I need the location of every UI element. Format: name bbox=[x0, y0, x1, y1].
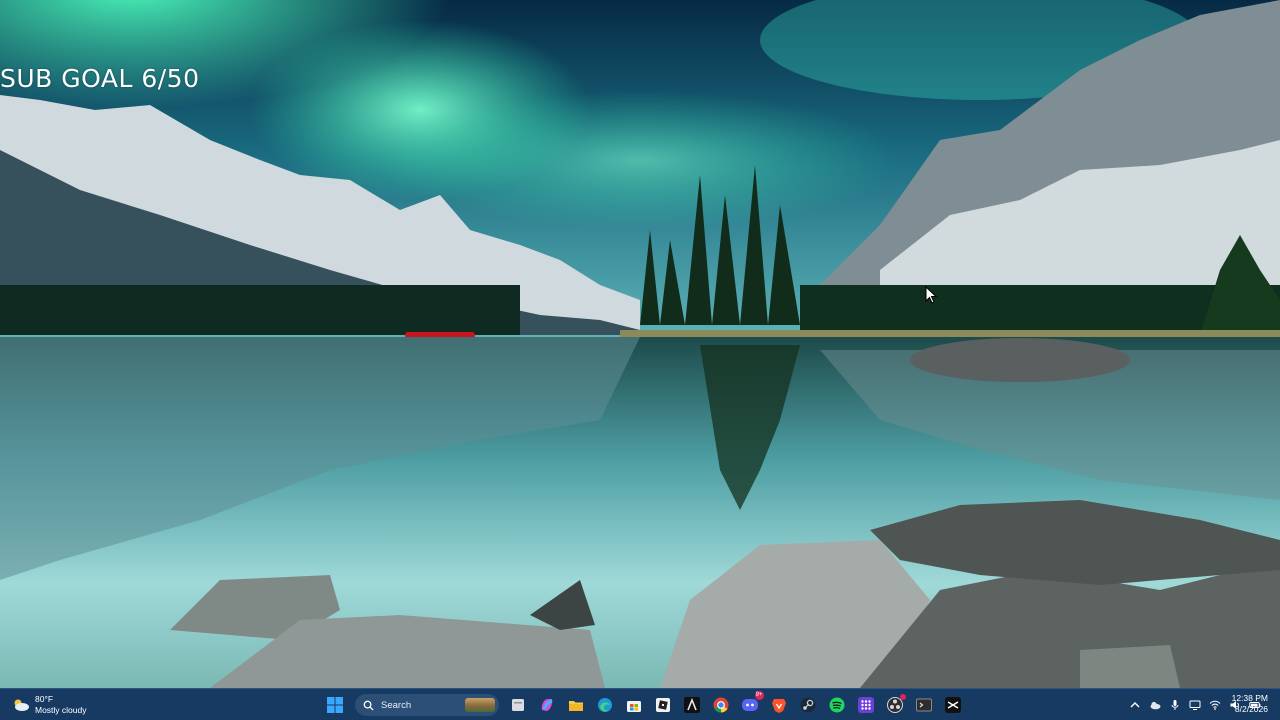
taskbar-search-box[interactable]: Search bbox=[355, 694, 499, 716]
brave-icon bbox=[771, 699, 786, 713]
taskbar-app-grid[interactable] bbox=[855, 694, 877, 716]
steam-icon bbox=[800, 697, 815, 713]
taskbar-roblox[interactable] bbox=[652, 694, 674, 716]
file-manager-icon bbox=[511, 699, 524, 711]
tray-network[interactable] bbox=[1208, 698, 1222, 712]
clock-time: 12:38 PM bbox=[1231, 693, 1268, 703]
spotify-icon bbox=[829, 697, 844, 713]
taskbar-chrome[interactable] bbox=[710, 694, 732, 716]
mouse-cursor-icon bbox=[925, 286, 937, 304]
microsoft-store-icon bbox=[626, 701, 641, 712]
search-placeholder: Search bbox=[381, 699, 412, 711]
taskbar-edge[interactable] bbox=[594, 694, 616, 716]
edge-browser-icon bbox=[597, 698, 612, 712]
cloud-sun-icon bbox=[14, 699, 29, 711]
taskbar-file-explorer[interactable] bbox=[565, 694, 587, 716]
tray-microphone[interactable] bbox=[1168, 698, 1182, 712]
taskbar-clock[interactable]: 12:38 PM 8/2/2026 bbox=[1232, 693, 1268, 715]
wallpaper-landscape bbox=[0, 0, 1280, 688]
taskbar-capcut[interactable] bbox=[942, 694, 964, 716]
discord-notification-badge: 9+ bbox=[754, 691, 764, 700]
file-explorer-icon bbox=[568, 701, 583, 711]
taskbar-file-manager[interactable] bbox=[507, 694, 529, 716]
roblox-icon bbox=[655, 698, 670, 712]
search-icon bbox=[363, 700, 374, 711]
display-icon bbox=[1189, 700, 1201, 710]
taskbar-store[interactable] bbox=[623, 694, 645, 716]
app-grid-icon bbox=[857, 697, 874, 713]
chrome-icon bbox=[713, 697, 728, 713]
taskbar-copilot[interactable] bbox=[536, 694, 558, 716]
chevron-up-icon bbox=[1130, 702, 1140, 708]
taskbar-terminal[interactable] bbox=[913, 694, 935, 716]
app-a-icon bbox=[683, 697, 700, 713]
weather-condition: Mostly cloudy bbox=[35, 705, 87, 715]
taskbar-center: Search 9+ bbox=[320, 691, 967, 719]
clock-date: 8/2/2026 bbox=[1234, 704, 1268, 714]
taskbar-obs[interactable] bbox=[884, 694, 906, 716]
windows-start-icon bbox=[326, 697, 343, 713]
taskbar: 80°F Mostly cloudy Search 9+ 12:38 PM 8/… bbox=[0, 688, 1280, 720]
weather-widget[interactable]: 80°F Mostly cloudy bbox=[12, 691, 87, 719]
search-highlight-image bbox=[465, 698, 495, 712]
onedrive-icon bbox=[1150, 701, 1161, 710]
taskbar-discord[interactable]: 9+ bbox=[739, 691, 764, 716]
tray-display[interactable] bbox=[1188, 698, 1202, 712]
obs-status-dot bbox=[899, 694, 906, 700]
copilot-icon bbox=[541, 699, 552, 711]
tray-overflow-button[interactable] bbox=[1128, 698, 1142, 712]
weather-temperature: 80°F bbox=[35, 694, 54, 704]
capcut-icon bbox=[944, 697, 961, 713]
tray-onedrive[interactable] bbox=[1148, 698, 1162, 712]
taskbar-spotify[interactable] bbox=[826, 694, 848, 716]
taskbar-brave[interactable] bbox=[768, 694, 790, 716]
microphone-icon bbox=[1171, 700, 1179, 710]
wifi-icon bbox=[1209, 700, 1221, 710]
sub-goal-overlay-text: SUB GOAL 6/50 bbox=[0, 64, 200, 93]
taskbar-steam[interactable] bbox=[797, 694, 819, 716]
start-button[interactable] bbox=[324, 694, 346, 716]
terminal-icon bbox=[915, 698, 932, 712]
taskbar-app-a[interactable] bbox=[681, 694, 703, 716]
desktop-wallpaper: SUB GOAL 6/50 bbox=[0, 0, 1280, 688]
